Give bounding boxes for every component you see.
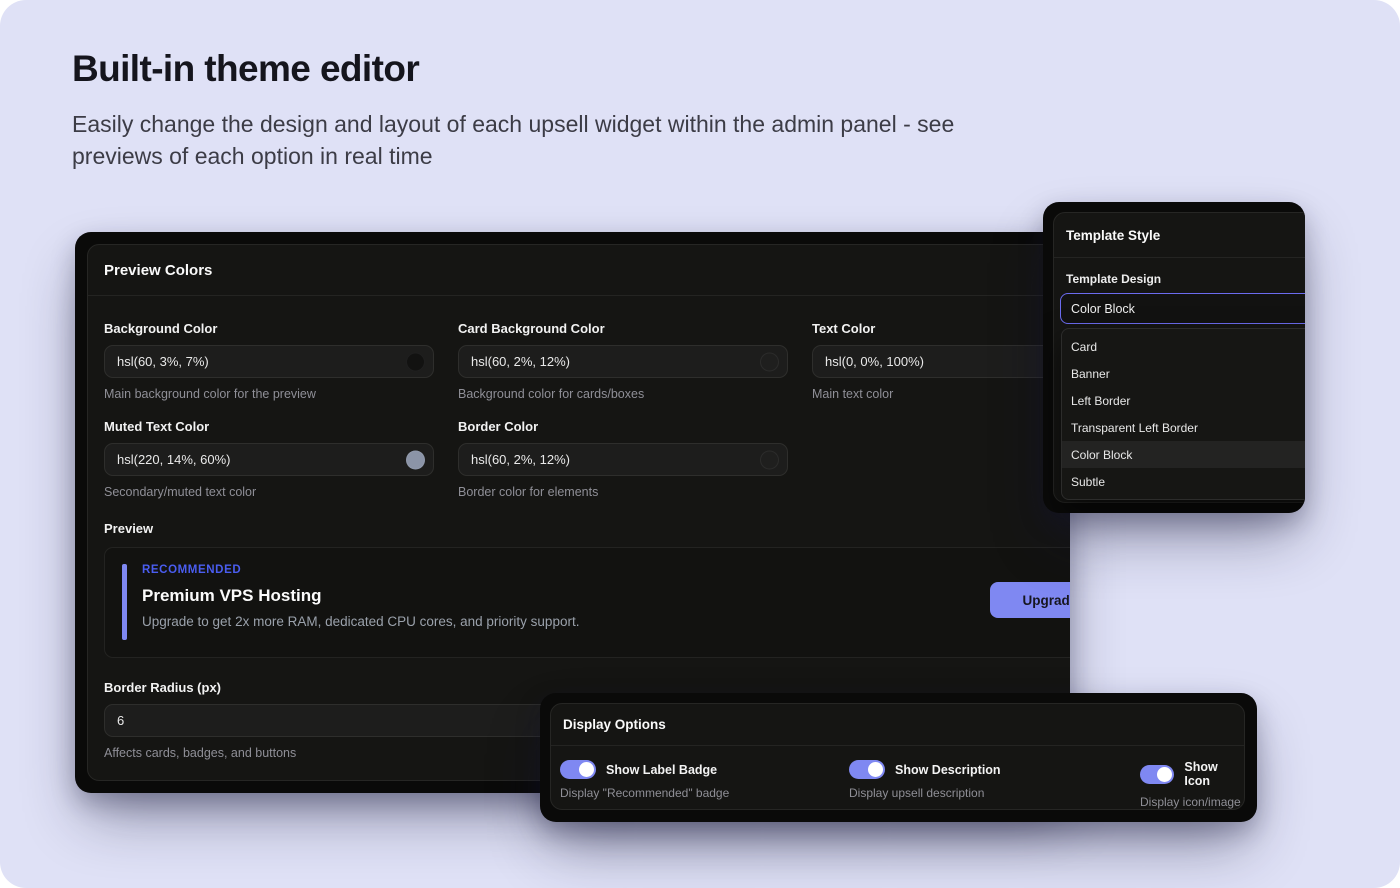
dropdown-option-card[interactable]: Card bbox=[1062, 333, 1305, 360]
field-label: Muted Text Color bbox=[104, 419, 434, 434]
dropdown-option-left-border[interactable]: Left Border bbox=[1062, 387, 1305, 414]
template-design-dropdown: Card Banner Left Border Transparent Left… bbox=[1061, 328, 1305, 500]
toggle-label: Show Label Badge bbox=[606, 763, 717, 777]
toggle-label: Show Description bbox=[895, 763, 1001, 777]
field-value: hsl(220, 14%, 60%) bbox=[117, 452, 230, 467]
toggle-knob bbox=[1157, 767, 1172, 782]
field-background-color: Background Color hsl(60, 3%, 7%) Main ba… bbox=[104, 321, 434, 401]
toggle-description: Display upsell description bbox=[849, 786, 1140, 800]
toggle-group-show-label-badge: Show Label Badge Display "Recommended" b… bbox=[560, 760, 849, 809]
toggle-description: Display "Recommended" badge bbox=[560, 786, 849, 800]
field-label: Border Color bbox=[458, 419, 788, 434]
recommended-badge: RECOMMENDED bbox=[142, 564, 241, 576]
field-label: Card Background Color bbox=[458, 321, 788, 336]
muted-text-color-input[interactable]: hsl(220, 14%, 60%) bbox=[104, 443, 434, 476]
show-icon-toggle[interactable] bbox=[1140, 765, 1174, 784]
color-swatch[interactable] bbox=[760, 450, 779, 469]
display-toggles-row: Show Label Badge Display "Recommended" b… bbox=[560, 760, 1244, 809]
color-swatch[interactable] bbox=[406, 352, 425, 371]
toggle-label: Show Icon bbox=[1184, 760, 1244, 788]
border-color-input[interactable]: hsl(60, 2%, 12%) bbox=[458, 443, 788, 476]
display-options-title: Display Options bbox=[551, 704, 1244, 746]
preview-colors-content: Background Color hsl(60, 3%, 7%) Main ba… bbox=[104, 297, 1070, 760]
template-design-select[interactable]: Color Block bbox=[1060, 293, 1305, 324]
upsell-title: Premium VPS Hosting bbox=[142, 586, 321, 606]
field-helper: Border color for elements bbox=[458, 485, 788, 499]
field-helper: Secondary/muted text color bbox=[104, 485, 434, 499]
field-muted-text-color: Muted Text Color hsl(220, 14%, 60%) Seco… bbox=[104, 419, 434, 499]
text-color-input[interactable]: hsl(0, 0%, 100%) bbox=[812, 345, 1070, 378]
field-border-color: Border Color hsl(60, 2%, 12%) Border col… bbox=[458, 419, 788, 499]
field-value: 6 bbox=[117, 713, 124, 728]
field-value: hsl(60, 3%, 7%) bbox=[117, 354, 209, 369]
dropdown-option-color-block[interactable]: Color Block bbox=[1062, 441, 1305, 468]
field-value: hsl(0, 0%, 100%) bbox=[825, 354, 924, 369]
display-options-card: Display Options Show Label Badge Display… bbox=[550, 703, 1245, 810]
field-helper: Main background color for the preview bbox=[104, 387, 434, 401]
field-value: hsl(60, 2%, 12%) bbox=[471, 452, 570, 467]
dropdown-option-subtle[interactable]: Subtle bbox=[1062, 468, 1305, 495]
template-style-panel: Template Style Template Design Color Blo… bbox=[1043, 202, 1305, 513]
toggle-group-show-icon: Show Icon Display icon/image bbox=[1140, 760, 1244, 809]
dropdown-option-banner[interactable]: Banner bbox=[1062, 360, 1305, 387]
dropdown-option-transparent-left-border[interactable]: Transparent Left Border bbox=[1062, 414, 1305, 441]
toggle-group-show-description: Show Description Display upsell descript… bbox=[849, 760, 1140, 809]
template-design-label: Template Design bbox=[1066, 272, 1161, 286]
page-title: Built-in theme editor bbox=[72, 48, 419, 90]
color-fields-grid: Background Color hsl(60, 3%, 7%) Main ba… bbox=[104, 321, 1070, 499]
card-background-color-input[interactable]: hsl(60, 2%, 12%) bbox=[458, 345, 788, 378]
color-swatch[interactable] bbox=[760, 352, 779, 371]
page-subtitle: Easily change the design and layout of e… bbox=[72, 108, 954, 172]
toggle-knob bbox=[868, 762, 883, 777]
toggle-knob bbox=[579, 762, 594, 777]
background-color-input[interactable]: hsl(60, 3%, 7%) bbox=[104, 345, 434, 378]
template-style-title: Template Style bbox=[1054, 213, 1305, 258]
color-swatch[interactable] bbox=[406, 450, 425, 469]
toggle-description: Display icon/image bbox=[1140, 795, 1244, 809]
show-description-toggle[interactable] bbox=[849, 760, 885, 779]
field-helper: Main text color bbox=[812, 387, 1070, 401]
page-subtitle-line1: Easily change the design and layout of e… bbox=[72, 108, 954, 140]
field-label: Text Color bbox=[812, 321, 1070, 336]
selected-option-value: Color Block bbox=[1071, 302, 1135, 316]
accent-stripe bbox=[122, 564, 127, 640]
field-label: Background Color bbox=[104, 321, 434, 336]
template-style-card: Template Style Template Design Color Blo… bbox=[1053, 212, 1305, 503]
display-options-panel: Display Options Show Label Badge Display… bbox=[540, 693, 1257, 822]
upsell-preview-card: RECOMMENDED Premium VPS Hosting Upgrade … bbox=[104, 547, 1070, 658]
page-subtitle-line2: previews of each option in real time bbox=[72, 140, 954, 172]
field-helper: Background color for cards/boxes bbox=[458, 387, 788, 401]
preview-section-label: Preview bbox=[104, 521, 1070, 536]
upgrade-now-button[interactable]: Upgrade Now bbox=[990, 582, 1070, 618]
field-text-color: Text Color hsl(0, 0%, 100%) Main text co… bbox=[812, 321, 1070, 401]
feature-screenshot: Built-in theme editor Easily change the … bbox=[0, 0, 1400, 888]
upsell-description: Upgrade to get 2x more RAM, dedicated CP… bbox=[142, 614, 579, 629]
preview-colors-title: Preview Colors bbox=[88, 245, 1070, 296]
show-label-badge-toggle[interactable] bbox=[560, 760, 596, 779]
field-card-background-color: Card Background Color hsl(60, 2%, 12%) B… bbox=[458, 321, 788, 401]
field-value: hsl(60, 2%, 12%) bbox=[471, 354, 570, 369]
